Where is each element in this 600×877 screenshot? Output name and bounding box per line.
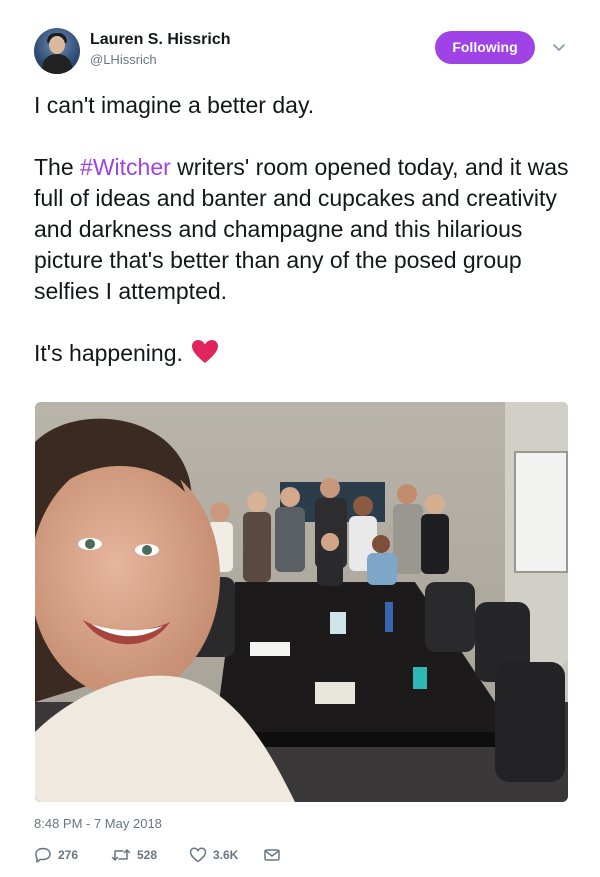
chevron-down-icon[interactable] bbox=[552, 40, 566, 54]
like-count: 3.6K bbox=[213, 848, 239, 862]
reply-count: 276 bbox=[58, 848, 79, 862]
tweet-line-1: I can't imagine a better day. bbox=[34, 92, 315, 118]
tweet-header: Lauren S. Hissrich @LHissrich Following bbox=[34, 28, 574, 76]
retweet-icon bbox=[111, 849, 131, 861]
user-name[interactable]: Lauren S. Hissrich bbox=[90, 31, 231, 49]
message-button[interactable] bbox=[263, 845, 287, 865]
tweet-photo[interactable] bbox=[35, 402, 568, 802]
group-selfie-image bbox=[35, 402, 568, 802]
reply-button[interactable]: 276 bbox=[34, 845, 78, 865]
tweet-text: I can't imagine a better day. The #Witch… bbox=[34, 90, 574, 369]
tweet-paragraph-2: The #Witcher writers' room opened today,… bbox=[34, 154, 569, 304]
heart-emoji-icon bbox=[191, 340, 218, 363]
tweet-card: Lauren S. Hissrich @LHissrich Following … bbox=[0, 0, 600, 877]
hashtag-witcher[interactable]: #Witcher bbox=[80, 154, 171, 180]
avatar[interactable] bbox=[34, 28, 80, 74]
user-handle[interactable]: @LHissrich bbox=[90, 52, 157, 67]
like-icon bbox=[189, 847, 207, 863]
tweet-timestamp[interactable]: 8:48 PM - 7 May 2018 bbox=[34, 816, 162, 831]
like-button[interactable]: 3.6K bbox=[189, 845, 238, 865]
following-button[interactable]: Following bbox=[435, 31, 535, 64]
tweet-line-3: It's happening. bbox=[34, 338, 574, 369]
retweet-button[interactable]: 528 bbox=[111, 845, 157, 865]
envelope-icon bbox=[264, 849, 280, 861]
retweet-count: 528 bbox=[137, 848, 158, 862]
tweet-actions: 276 528 3.6K bbox=[34, 845, 334, 865]
reply-icon bbox=[35, 847, 51, 863]
